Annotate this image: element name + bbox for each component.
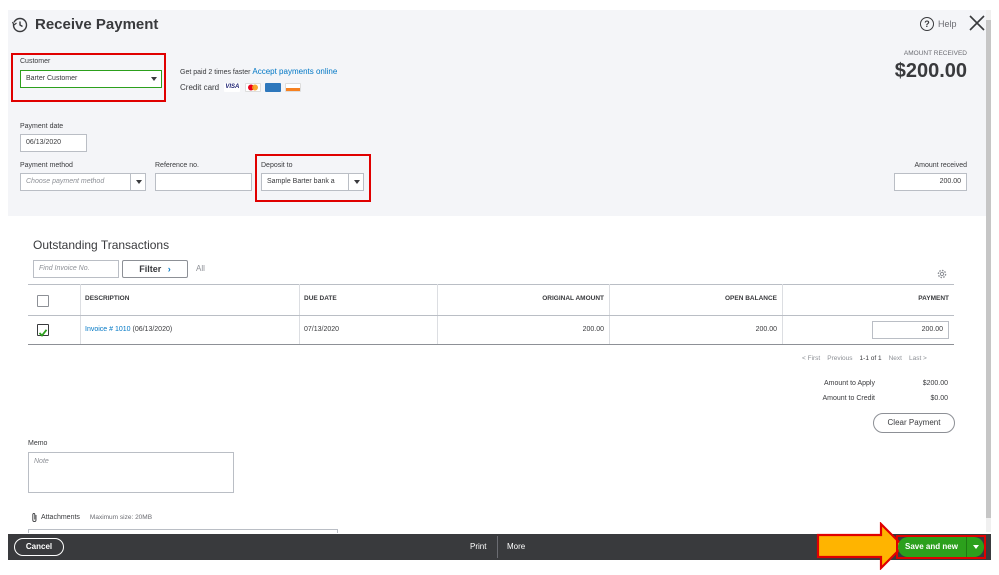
- annotation-arrow-icon: [816, 522, 905, 570]
- page-range: 1-1 of 1: [859, 355, 882, 362]
- promo-text: Get paid 2 times faster Accept payments …: [180, 67, 337, 76]
- first-page-link[interactable]: < First: [802, 355, 820, 362]
- memo-textarea[interactable]: Note: [28, 452, 234, 493]
- row-due-date: 07/13/2020: [304, 326, 340, 333]
- chevron-down-icon[interactable]: [130, 174, 145, 190]
- amount-received-value: $200.00: [894, 60, 967, 82]
- clear-payment-button[interactable]: Clear Payment: [873, 413, 955, 433]
- help-icon: ?: [920, 17, 934, 31]
- checkmark-icon: [38, 329, 48, 337]
- find-invoice-input[interactable]: Find Invoice No.: [33, 260, 119, 278]
- table-bottom-border: [28, 344, 954, 345]
- close-icon[interactable]: [968, 14, 986, 32]
- select-all-checkbox[interactable]: [37, 295, 49, 307]
- promo-label: Get paid 2 times faster: [180, 69, 251, 76]
- reference-no-input[interactable]: [155, 173, 252, 191]
- credit-card-row: Credit card VISA: [180, 83, 303, 93]
- attachments-label: Attachments: [41, 514, 80, 521]
- header-bottom-border: [28, 315, 954, 316]
- amount-to-apply-label: Amount to Apply: [824, 380, 875, 387]
- payment-method-select[interactable]: Choose payment method: [20, 173, 146, 191]
- last-page-link[interactable]: Last >: [909, 355, 927, 362]
- column-header-open-balance: OPEN BALANCE: [724, 295, 777, 302]
- invoice-date: (06/13/2020): [130, 326, 173, 333]
- gear-icon[interactable]: [936, 268, 948, 280]
- filter-label: Filter: [139, 264, 162, 274]
- payment-date-label: Payment date: [20, 123, 64, 130]
- next-page-link[interactable]: Next: [889, 355, 902, 362]
- help-button[interactable]: ? Help: [920, 17, 957, 31]
- discover-card-icon: [285, 83, 302, 93]
- amount-to-credit-label: Amount to Credit: [822, 395, 875, 402]
- column-header-description: DESCRIPTION: [85, 295, 130, 302]
- amount-received-field-label: Amount received: [914, 162, 967, 169]
- filter-button[interactable]: Filter ›: [122, 260, 188, 278]
- save-highlight: [896, 535, 986, 559]
- row-description: Invoice # 1010 (06/13/2020): [85, 326, 172, 333]
- row-open-balance: 200.00: [755, 326, 777, 333]
- outstanding-transactions-title: Outstanding Transactions: [33, 238, 170, 252]
- amount-to-credit-value: $0.00: [930, 395, 948, 402]
- page-title: Receive Payment: [35, 16, 159, 33]
- credit-card-label: Credit card: [180, 83, 220, 92]
- cancel-button[interactable]: Cancel: [14, 538, 64, 556]
- more-button[interactable]: More: [507, 542, 525, 551]
- previous-page-link[interactable]: Previous: [827, 355, 852, 362]
- payment-method-placeholder: Choose payment method: [26, 178, 105, 185]
- column-header-original-amount: ORIGINAL AMOUNT: [542, 295, 604, 302]
- invoice-link[interactable]: Invoice # 1010: [85, 326, 131, 333]
- accept-payments-link[interactable]: Accept payments online: [252, 67, 337, 76]
- visa-card-icon: VISA: [224, 83, 241, 93]
- all-filter-text: All: [196, 264, 205, 273]
- row-original-amount: 200.00: [582, 326, 604, 333]
- amex-card-icon: [264, 83, 281, 93]
- attachments-dropzone[interactable]: [28, 529, 338, 533]
- chevron-right-icon: ›: [167, 264, 171, 274]
- customer-highlight: [11, 53, 166, 102]
- recent-transactions-icon[interactable]: [11, 16, 29, 34]
- deposit-to-highlight: [255, 154, 371, 202]
- payment-method-label: Payment method: [20, 162, 73, 169]
- paperclip-icon: [32, 513, 37, 522]
- column-header-due-date: DUE DATE: [304, 295, 337, 302]
- help-label: Help: [938, 19, 957, 29]
- column-header-payment: PAYMENT: [918, 295, 949, 302]
- amount-received-input[interactable]: 200.00: [894, 173, 967, 191]
- reference-no-label: Reference no.: [155, 162, 199, 169]
- row-payment-input[interactable]: 200.00: [872, 321, 949, 339]
- payment-date-input[interactable]: 06/13/2020: [20, 134, 87, 152]
- amount-received-label: AMOUNT RECEIVED: [903, 50, 967, 57]
- table-top-border: [28, 284, 954, 285]
- attachments-max-size: Maximum size: 20MB: [89, 514, 153, 521]
- print-button[interactable]: Print: [470, 542, 486, 551]
- scrollbar-thumb[interactable]: [986, 20, 991, 518]
- mastercard-card-icon: [244, 83, 261, 93]
- row-checkbox[interactable]: [37, 324, 49, 337]
- pagination: < First Previous 1-1 of 1 Next Last >: [802, 355, 927, 362]
- attachments-row[interactable]: Attachments Maximum size: 20MB: [31, 512, 152, 523]
- amount-to-apply-value: $200.00: [922, 380, 948, 387]
- memo-label: Memo: [28, 440, 48, 447]
- footer-divider: [497, 536, 498, 558]
- find-invoice-placeholder: Find Invoice No.: [39, 265, 90, 272]
